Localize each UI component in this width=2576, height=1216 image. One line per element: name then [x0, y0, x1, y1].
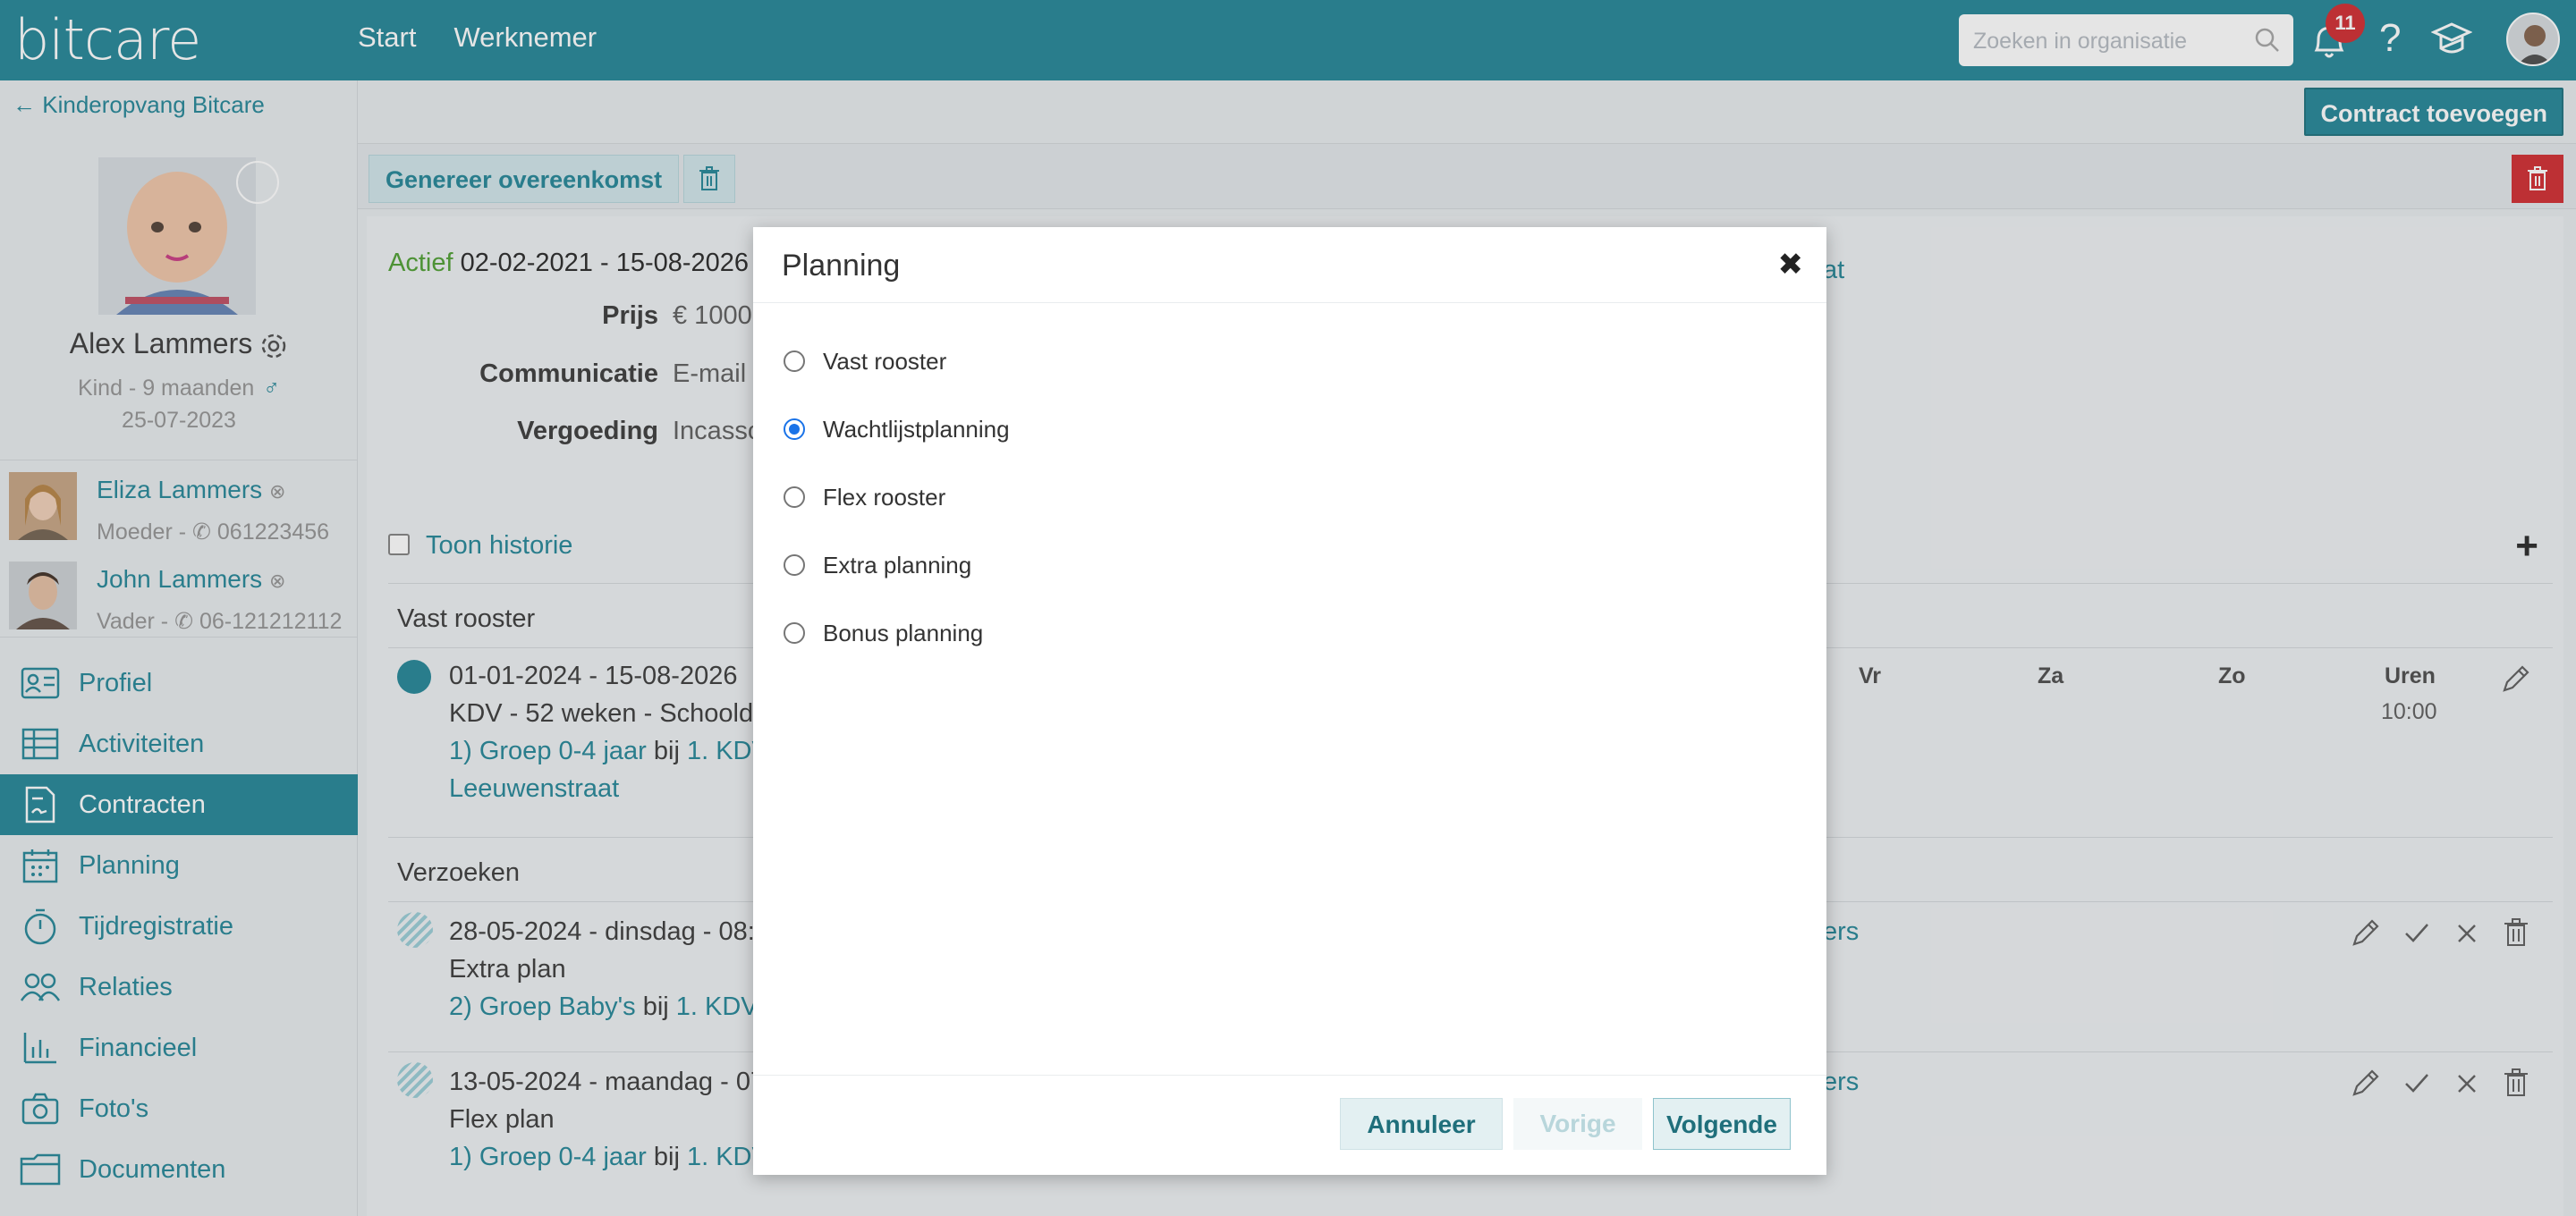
divider	[753, 302, 1826, 303]
cancel-button[interactable]: Annuleer	[1340, 1098, 1503, 1150]
radio-button-selected[interactable]	[784, 418, 805, 440]
radio-button[interactable]	[784, 622, 805, 644]
close-icon[interactable]: ✖	[1778, 247, 1804, 283]
option-flex-rooster[interactable]: Flex rooster	[784, 479, 945, 515]
radio-button[interactable]	[784, 350, 805, 372]
option-extra-planning[interactable]: Extra planning	[784, 547, 971, 583]
radio-button[interactable]	[784, 554, 805, 576]
divider	[753, 1075, 1826, 1076]
modal-title: Planning	[782, 249, 901, 283]
next-button[interactable]: Volgende	[1653, 1098, 1791, 1150]
previous-button[interactable]: Vorige	[1513, 1098, 1642, 1150]
option-wachtlijstplanning[interactable]: Wachtlijstplanning	[784, 411, 1010, 447]
option-vast-rooster[interactable]: Vast rooster	[784, 343, 946, 379]
option-bonus-planning[interactable]: Bonus planning	[784, 615, 983, 651]
radio-button[interactable]	[784, 486, 805, 508]
planning-modal: Planning ✖ Vast rooster Wachtlijstplanni…	[753, 227, 1826, 1175]
